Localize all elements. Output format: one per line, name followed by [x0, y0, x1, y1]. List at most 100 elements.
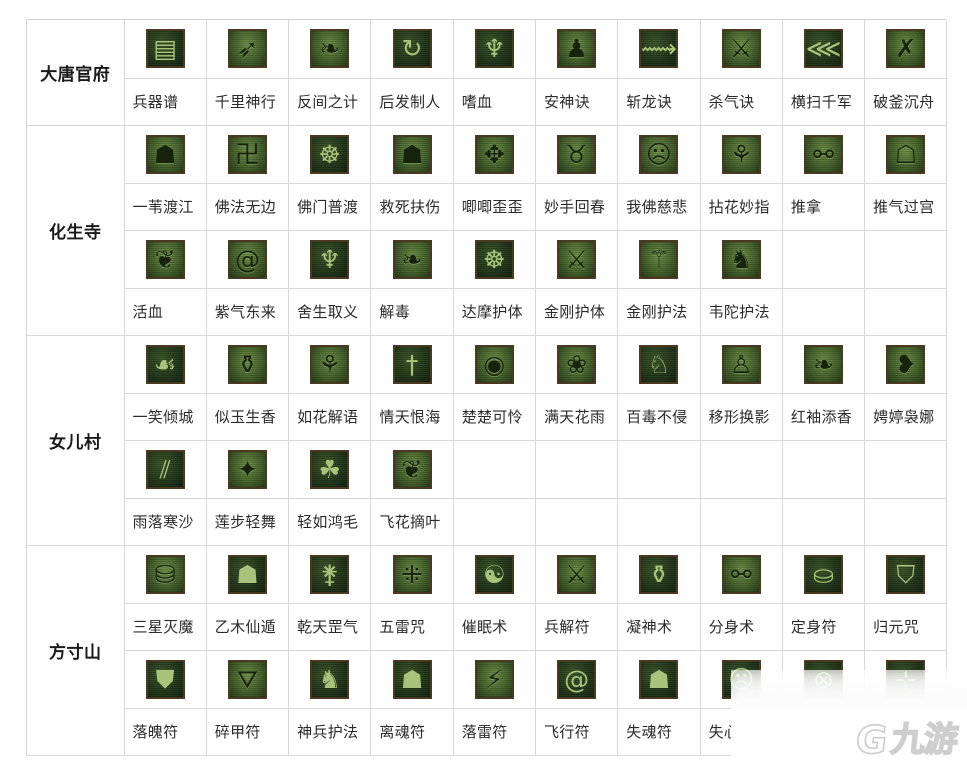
flower-finger-icon[interactable]: ⚘ — [721, 134, 761, 174]
soul-leave-icon[interactable]: ☗ — [392, 659, 432, 699]
vajra-body-icon[interactable]: ⚔ — [557, 239, 597, 279]
healing-hand-icon[interactable]: ♉ — [557, 134, 597, 174]
skill-name-cell[interactable]: 楚楚可怜 — [453, 393, 536, 441]
hypnosis-icon[interactable]: ☯ — [474, 554, 514, 594]
calm-spirit-icon[interactable]: ♟ — [557, 29, 597, 69]
skill-name-cell[interactable]: 雨落寒沙 — [124, 498, 207, 546]
skill-icon-cell[interactable]: ☗ — [206, 545, 290, 604]
skill-icon-cell[interactable]: ⚱ — [617, 545, 701, 604]
skill-name-cell[interactable]: 乙木仙遁 — [206, 603, 290, 651]
skill-icon-cell[interactable]: ❦ — [370, 440, 454, 499]
skill-name-cell[interactable]: 如花解语 — [288, 393, 372, 441]
counter-spy-icon[interactable]: ❧ — [310, 29, 350, 69]
skill-name-cell[interactable]: 归元咒 — [864, 603, 948, 651]
hidden-skill-b-icon[interactable]: ⊹ — [886, 659, 926, 699]
skill-icon-cell[interactable]: ❧ — [370, 230, 454, 289]
skill-icon-cell[interactable]: 卍 — [206, 125, 290, 184]
skill-icon-cell[interactable]: ❧ — [288, 20, 372, 79]
poison-immune-icon[interactable]: ♘ — [639, 344, 679, 384]
skill-icon-cell[interactable]: ⛉ — [864, 545, 948, 604]
skill-icon-cell[interactable]: ⊹ — [864, 650, 948, 709]
flower-rain-icon[interactable]: ❀ — [557, 344, 597, 384]
skill-name-cell[interactable]: 催眠术 — [453, 603, 536, 651]
hidden-skill-a-icon[interactable]: ⊗ — [804, 659, 844, 699]
skill-name-cell[interactable]: 落魄符 — [124, 708, 207, 756]
focus-spirit-icon[interactable]: ⚱ — [639, 554, 679, 594]
three-star-demon-icon[interactable]: ⛁ — [145, 554, 185, 594]
sweep-army-icon[interactable]: ⋘ — [804, 29, 844, 69]
skill-icon-cell[interactable]: ↻ — [370, 20, 454, 79]
skill-name-cell[interactable]: 兵器谱 — [124, 78, 207, 126]
armor-break-icon[interactable]: ⛛ — [227, 659, 267, 699]
skill-name-cell[interactable]: 舍生取义 — [288, 288, 372, 336]
love-hate-icon[interactable]: † — [392, 344, 432, 384]
skill-name-cell[interactable]: 推气过宫 — [864, 183, 948, 231]
divine-guard-icon[interactable]: ♞ — [310, 659, 350, 699]
smile-charm-icon[interactable]: ☙ — [145, 344, 185, 384]
skill-name-cell[interactable]: 娉婷袅娜 — [864, 393, 948, 441]
skill-icon-cell[interactable]: ♙ — [700, 335, 783, 394]
skill-icon-cell[interactable]: ⟿ — [617, 20, 701, 79]
skill-name-cell[interactable]: 红袖添香 — [782, 393, 866, 441]
skill-icon-cell[interactable]: ⊗ — [782, 650, 866, 709]
skill-icon-cell[interactable]: ⚔ — [700, 20, 783, 79]
skill-name-cell[interactable]: 轻如鸿毛 — [288, 498, 372, 546]
skill-icon-cell[interactable]: ♟ — [535, 20, 619, 79]
skill-name-cell[interactable]: 横扫千军 — [782, 78, 866, 126]
skill-icon-cell[interactable]: † — [370, 335, 454, 394]
swift-travel-icon[interactable]: ➶ — [227, 29, 267, 69]
skill-icon-cell[interactable]: ♘ — [617, 335, 701, 394]
skill-icon-cell[interactable]: ☸ — [288, 125, 372, 184]
skill-name-cell[interactable]: 杀气诀 — [700, 78, 783, 126]
skill-name-cell[interactable]: 三星灭魔 — [124, 603, 207, 651]
skill-icon-cell[interactable]: ⚔ — [535, 230, 619, 289]
lost-soul-icon[interactable]: ☗ — [639, 659, 679, 699]
skill-icon-cell[interactable]: ⚚ — [617, 230, 701, 289]
lotus-step-icon[interactable]: ✦ — [227, 449, 267, 489]
skill-icon-cell[interactable]: ☖ — [864, 125, 948, 184]
skill-name-cell[interactable]: 我佛慈悲 — [617, 183, 701, 231]
purple-qi-icon[interactable]: @ — [227, 239, 267, 279]
burn-boats-icon[interactable]: ✗ — [886, 29, 926, 69]
skill-name-cell[interactable]: 失魂符 — [617, 708, 701, 756]
skill-icon-cell[interactable]: ⚡ — [453, 650, 536, 709]
heaven-qi-icon[interactable]: ⚵ — [310, 554, 350, 594]
flying-leaf-icon[interactable]: ❦ — [392, 449, 432, 489]
dragon-slay-icon[interactable]: ⟿ — [639, 29, 679, 69]
wood-escape-icon[interactable]: ☗ — [227, 554, 267, 594]
counter-attack-icon[interactable]: ↻ — [392, 29, 432, 69]
skill-name-cell[interactable]: 定身符 — [782, 603, 866, 651]
skill-name-cell[interactable]: 解毒 — [370, 288, 454, 336]
light-feather-icon[interactable]: ☘ — [310, 449, 350, 489]
skill-icon-cell[interactable]: ⛊ — [124, 650, 207, 709]
skill-icon-cell[interactable]: ➶ — [206, 20, 290, 79]
flower-words-icon[interactable]: ⚘ — [310, 344, 350, 384]
skill-name-cell[interactable]: 一苇渡江 — [124, 183, 207, 231]
skill-name-cell[interactable]: 兵解符 — [535, 603, 619, 651]
skill-name-cell[interactable]: 满天花雨 — [535, 393, 619, 441]
skill-icon-cell[interactable]: ☗ — [370, 125, 454, 184]
skill-name-cell[interactable]: 情天恨海 — [370, 393, 454, 441]
skill-icon-cell[interactable]: ☸ — [453, 230, 536, 289]
skill-name-cell[interactable]: 凝神术 — [617, 603, 701, 651]
skill-icon-cell[interactable]: ⚵ — [288, 545, 372, 604]
skill-name-cell[interactable]: 后发制人 — [370, 78, 454, 126]
skill-name-cell[interactable]: 推拿 — [782, 183, 866, 231]
buddha-mercy-icon[interactable]: ☹ — [639, 134, 679, 174]
skill-name-cell[interactable]: 金刚护体 — [535, 288, 619, 336]
skill-icon-cell[interactable]: ☹ — [700, 650, 783, 709]
skill-name-cell[interactable]: 乾天罡气 — [288, 603, 372, 651]
clone-icon[interactable]: ⚯ — [721, 554, 761, 594]
skill-icon-cell[interactable]: ✗ — [864, 20, 948, 79]
antidote-icon[interactable]: ❧ — [392, 239, 432, 279]
skill-icon-cell[interactable]: ⚔ — [535, 545, 619, 604]
skill-name-cell[interactable]: 飞花摘叶 — [370, 498, 454, 546]
skill-name-cell[interactable]: 拈花妙指 — [700, 183, 783, 231]
dharma-guard-icon[interactable]: ☸ — [474, 239, 514, 279]
skill-name-cell[interactable]: 嗜血 — [453, 78, 536, 126]
skill-icon-cell[interactable]: ☙ — [124, 335, 207, 394]
skill-icon-cell[interactable]: ⚯ — [782, 125, 866, 184]
skill-name-cell[interactable]: 落雷符 — [453, 708, 536, 756]
skill-name-cell[interactable]: 唧唧歪歪 — [453, 183, 536, 231]
lost-heart-icon[interactable]: ☹ — [721, 659, 761, 699]
